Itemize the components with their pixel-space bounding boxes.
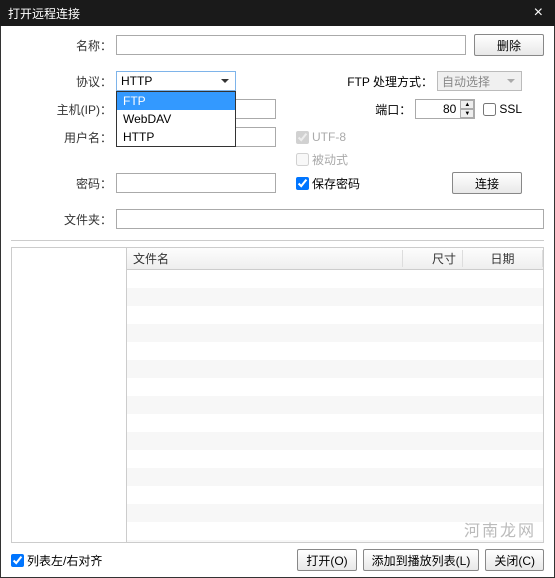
chevron-down-icon	[217, 74, 233, 88]
ftp-mode-select: 自动选择	[437, 71, 522, 91]
folder-input[interactable]	[116, 209, 544, 229]
col-size[interactable]: 尺寸	[403, 250, 463, 267]
utf8-checkbox-wrap: UTF-8	[296, 130, 346, 144]
protocol-value: HTTP	[121, 74, 152, 88]
col-filename[interactable]: 文件名	[127, 250, 403, 267]
close-icon[interactable]: ×	[530, 4, 547, 22]
add-playlist-button[interactable]: 添加到播放列表(L)	[363, 549, 480, 571]
save-password-label: 保存密码	[312, 175, 360, 192]
bottom-bar: 列表左/右对齐 打开(O) 添加到播放列表(L) 关闭(C)	[11, 543, 544, 571]
titlebar: 打开远程连接 ×	[0, 0, 555, 26]
port-label: 端口：	[315, 101, 415, 118]
protocol-label: 协议：	[11, 73, 116, 90]
protocol-dropdown: FTP WebDAV HTTP	[116, 91, 236, 147]
align-label: 列表左/右对齐	[27, 552, 102, 569]
ssl-checkbox-wrap[interactable]: SSL	[483, 102, 522, 116]
ftp-mode-value: 自动选择	[442, 73, 490, 90]
list-area: 文件名 尺寸 日期	[11, 247, 544, 543]
protocol-select[interactable]: HTTP FTP WebDAV HTTP	[116, 71, 236, 91]
passive-checkbox-wrap: 被动式	[296, 151, 348, 168]
file-panel: 文件名 尺寸 日期	[126, 247, 544, 543]
protocol-option-webdav[interactable]: WebDAV	[117, 110, 235, 128]
align-checkbox-wrap[interactable]: 列表左/右对齐	[11, 552, 102, 569]
password-input[interactable]	[116, 173, 276, 193]
save-password-checkbox[interactable]	[296, 177, 309, 190]
col-date[interactable]: 日期	[463, 250, 543, 267]
password-label: 密码：	[11, 175, 116, 192]
table-body[interactable]	[127, 270, 543, 542]
connect-button[interactable]: 连接	[452, 172, 522, 194]
port-spinner[interactable]: ▲▼	[460, 100, 474, 118]
open-button[interactable]: 打开(O)	[297, 549, 356, 571]
passive-label: 被动式	[312, 151, 348, 168]
protocol-option-ftp[interactable]: FTP	[117, 92, 235, 110]
name-input[interactable]	[116, 35, 466, 55]
close-button[interactable]: 关闭(C)	[485, 549, 544, 571]
chevron-down-icon	[503, 74, 519, 88]
ssl-checkbox[interactable]	[483, 103, 496, 116]
utf8-checkbox	[296, 131, 309, 144]
table-header: 文件名 尺寸 日期	[127, 248, 543, 270]
host-label: 主机(IP)：	[11, 101, 116, 118]
form-area: 名称： 删除 协议： HTTP FTP WebDAV HTTP FTP 处理方式…	[11, 34, 544, 241]
folder-label: 文件夹：	[11, 211, 116, 228]
delete-button[interactable]: 删除	[474, 34, 544, 56]
protocol-option-http[interactable]: HTTP	[117, 128, 235, 146]
tree-panel[interactable]	[11, 247, 126, 543]
name-label: 名称：	[11, 37, 116, 54]
window-title: 打开远程连接	[8, 5, 80, 22]
ftp-mode-label: FTP 处理方式：	[337, 73, 437, 90]
utf8-label: UTF-8	[312, 130, 346, 144]
passive-checkbox	[296, 153, 309, 166]
save-password-checkbox-wrap[interactable]: 保存密码	[296, 175, 360, 192]
dialog-content: 名称： 删除 协议： HTTP FTP WebDAV HTTP FTP 处理方式…	[0, 26, 555, 578]
ssl-label: SSL	[499, 102, 522, 116]
align-checkbox[interactable]	[11, 554, 24, 567]
username-label: 用户名：	[11, 129, 116, 146]
